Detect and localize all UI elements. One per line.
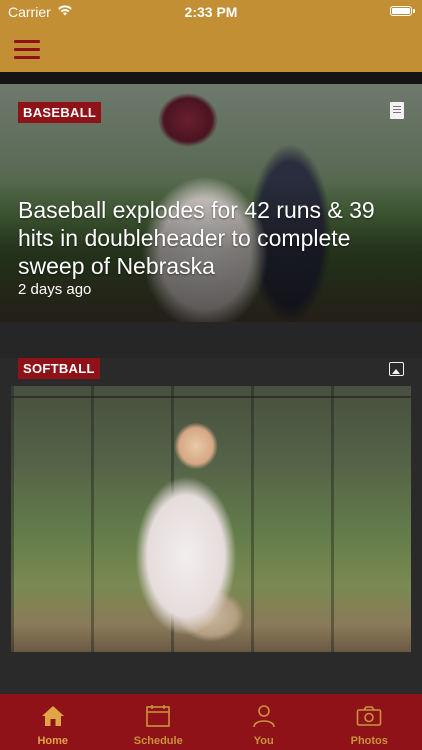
softball-photo[interactable] bbox=[11, 386, 411, 652]
hamburger-menu-icon[interactable] bbox=[14, 38, 42, 60]
featured-story-timestamp: 2 days ago bbox=[18, 281, 92, 298]
tab-photos[interactable]: Photos bbox=[317, 694, 422, 750]
person-icon bbox=[252, 705, 275, 728]
status-bar: Carrier 2:33 PM bbox=[0, 0, 422, 24]
tab-schedule-label: Schedule bbox=[133, 735, 183, 747]
feed-top-divider bbox=[0, 72, 422, 84]
category-badge-baseball: BASEBALL bbox=[18, 102, 102, 123]
tab-you[interactable]: You bbox=[211, 694, 317, 750]
tab-home[interactable]: Home bbox=[0, 694, 106, 750]
category-badge-softball: SOFTBALL bbox=[18, 358, 100, 379]
photo-gallery-card[interactable]: SOFTBALL bbox=[0, 358, 422, 694]
nav-bar bbox=[0, 24, 422, 72]
clock: 2:33 PM bbox=[184, 4, 238, 20]
featured-story-title[interactable]: Baseball explodes for 42 runs & 39 hits … bbox=[18, 196, 408, 280]
home-icon bbox=[41, 706, 64, 726]
featured-story-card[interactable]: BASEBALL Baseball explodes for 42 runs &… bbox=[0, 84, 422, 322]
tab-schedule[interactable]: Schedule bbox=[106, 694, 212, 750]
article-icon bbox=[390, 102, 404, 119]
tab-you-label: You bbox=[253, 735, 274, 747]
photo-gallery-icon bbox=[389, 362, 404, 376]
tab-bar: Home Schedule You Photos bbox=[0, 694, 422, 750]
calendar-icon bbox=[146, 705, 171, 727]
camera-icon bbox=[356, 706, 382, 726]
tab-home-label: Home bbox=[37, 735, 69, 747]
tab-photos-label: Photos bbox=[350, 735, 388, 747]
battery-icon bbox=[390, 6, 415, 16]
feed-divider bbox=[0, 322, 422, 358]
